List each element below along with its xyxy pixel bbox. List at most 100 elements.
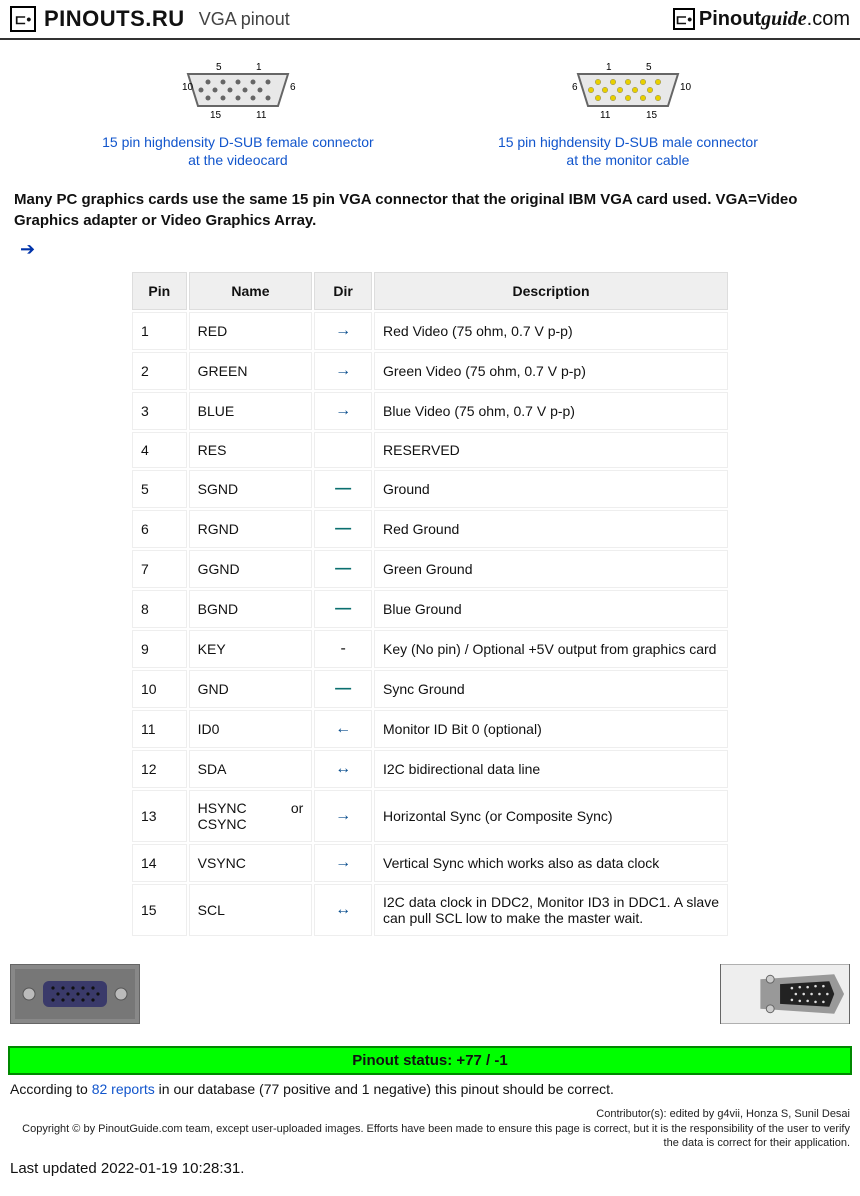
cell-name: RED bbox=[189, 312, 313, 350]
cell-name: BGND bbox=[189, 590, 313, 628]
cell-desc: Horizontal Sync (or Composite Sync) bbox=[374, 790, 728, 842]
pin-label-15: 15 bbox=[646, 110, 658, 121]
logo-left-text: PINOUTS.RU bbox=[44, 6, 185, 32]
cell-name: GGND bbox=[189, 550, 313, 588]
table-row: 10GND—Sync Ground bbox=[132, 670, 728, 708]
cell-name: SGND bbox=[189, 470, 313, 508]
cell-desc: Green Video (75 ohm, 0.7 V p-p) bbox=[374, 352, 728, 390]
table-row: 11ID0←Monitor ID Bit 0 (optional) bbox=[132, 710, 728, 748]
photo-row bbox=[0, 958, 860, 1046]
direction-icon: → bbox=[314, 392, 372, 430]
table-row: 8BGND—Blue Ground bbox=[132, 590, 728, 628]
last-updated: Last updated 2022-01-19 10:28:31. bbox=[0, 1154, 860, 1183]
cell-pin: 12 bbox=[132, 750, 187, 788]
direction-icon: → bbox=[314, 312, 372, 350]
vga-female-photo[interactable] bbox=[10, 964, 140, 1024]
direction-icon: — bbox=[314, 510, 372, 548]
table-row: 5SGND—Ground bbox=[132, 470, 728, 508]
logo-left[interactable]: ⊏• PINOUTS.RU VGA pinout bbox=[10, 6, 290, 32]
logo-right-text: Pinoutguide.com bbox=[699, 8, 850, 31]
pin-label-10: 10 bbox=[680, 82, 692, 93]
cell-pin: 11 bbox=[132, 710, 187, 748]
male-connector[interactable]: 1 5 6 10 11 15 15 pin highdensity D-SUB … bbox=[498, 60, 758, 169]
table-row: 13HSYNC or CSYNC→Horizontal Sync (or Com… bbox=[132, 790, 728, 842]
header: ⊏• PINOUTS.RU VGA pinout ⊏• Pinoutguide.… bbox=[0, 0, 860, 40]
table-row: 2GREEN→Green Video (75 ohm, 0.7 V p-p) bbox=[132, 352, 728, 390]
cell-pin: 6 bbox=[132, 510, 187, 548]
cell-pin: 4 bbox=[132, 432, 187, 468]
direction-icon: — bbox=[314, 470, 372, 508]
pin-label-1: 1 bbox=[606, 62, 612, 73]
table-row: 1RED→Red Video (75 ohm, 0.7 V p-p) bbox=[132, 312, 728, 350]
cell-name: SDA bbox=[189, 750, 313, 788]
direction-icon: — bbox=[314, 550, 372, 588]
table-row: 4RES RESERVED bbox=[132, 432, 728, 468]
cell-desc: Key (No pin) / Optional +5V output from … bbox=[374, 630, 728, 668]
cell-name: RES bbox=[189, 432, 313, 468]
female-caption[interactable]: 15 pin highdensity D-SUB female connecto… bbox=[102, 133, 374, 169]
connector-icon: ⊏• bbox=[673, 8, 695, 30]
cell-desc: Blue Ground bbox=[374, 590, 728, 628]
pin-label-6: 6 bbox=[572, 82, 578, 93]
female-connector-svg: 5 1 10 6 15 11 bbox=[102, 60, 374, 127]
cell-desc: Sync Ground bbox=[374, 670, 728, 708]
table-row: 6RGND—Red Ground bbox=[132, 510, 728, 548]
cell-name: GND bbox=[189, 670, 313, 708]
cell-desc: Green Ground bbox=[374, 550, 728, 588]
table-row: 3BLUE→Blue Video (75 ohm, 0.7 V p-p) bbox=[132, 392, 728, 430]
vga-male-photo[interactable] bbox=[720, 964, 850, 1024]
cell-pin: 15 bbox=[132, 884, 187, 936]
direction-icon: - bbox=[314, 630, 372, 668]
direction-icon: → bbox=[314, 844, 372, 882]
pin-label-11: 11 bbox=[256, 110, 267, 121]
pin-label-6: 6 bbox=[290, 82, 296, 93]
cell-desc: Red Video (75 ohm, 0.7 V p-p) bbox=[374, 312, 728, 350]
cell-pin: 2 bbox=[132, 352, 187, 390]
cell-pin: 10 bbox=[132, 670, 187, 708]
cell-pin: 5 bbox=[132, 470, 187, 508]
reports-link[interactable]: 82 reports bbox=[92, 1081, 155, 1097]
direction-icon: — bbox=[314, 590, 372, 628]
intro: Many PC graphics cards use the same 15 p… bbox=[0, 179, 860, 235]
cell-pin: 13 bbox=[132, 790, 187, 842]
cell-pin: 3 bbox=[132, 392, 187, 430]
cell-desc: I2C bidirectional data line bbox=[374, 750, 728, 788]
cell-pin: 7 bbox=[132, 550, 187, 588]
direction-icon: — bbox=[314, 670, 372, 708]
cell-desc: Monitor ID Bit 0 (optional) bbox=[374, 710, 728, 748]
cell-desc: RESERVED bbox=[374, 432, 728, 468]
pinout-table: Pin Name Dir Description 1RED→Red Video … bbox=[130, 270, 730, 938]
cell-pin: 1 bbox=[132, 312, 187, 350]
logo-right[interactable]: ⊏• Pinoutguide.com bbox=[673, 8, 850, 31]
pinout-status: Pinout status: +77 / -1 bbox=[8, 1046, 852, 1075]
cell-name: SCL bbox=[189, 884, 313, 936]
cell-name: GREEN bbox=[189, 352, 313, 390]
pin-label-1: 1 bbox=[256, 62, 262, 73]
cell-name: KEY bbox=[189, 630, 313, 668]
table-header-row: Pin Name Dir Description bbox=[132, 272, 728, 310]
direction-icon: ← bbox=[314, 710, 372, 748]
arrow-right-icon: ➔ bbox=[0, 235, 860, 270]
connector-diagrams: 5 1 10 6 15 11 15 pin highdensity D-SUB … bbox=[0, 40, 860, 179]
table-row: 14VSYNC→Vertical Sync which works also a… bbox=[132, 844, 728, 882]
contributors: Contributor(s): edited by g4vii, Honza S… bbox=[10, 1107, 850, 1121]
male-caption[interactable]: 15 pin highdensity D-SUB male connector … bbox=[498, 133, 758, 169]
table-row: 7GGND—Green Ground bbox=[132, 550, 728, 588]
copyright: Copyright © by PinoutGuide.com team, exc… bbox=[10, 1122, 850, 1151]
female-connector[interactable]: 5 1 10 6 15 11 15 pin highdensity D-SUB … bbox=[102, 60, 374, 169]
pin-label-5: 5 bbox=[216, 62, 222, 73]
cell-name: BLUE bbox=[189, 392, 313, 430]
cell-name: ID0 bbox=[189, 710, 313, 748]
page-title: VGA pinout bbox=[199, 9, 290, 30]
pin-label-5: 5 bbox=[646, 62, 652, 73]
cell-desc: Vertical Sync which works also as data c… bbox=[374, 844, 728, 882]
cell-name: VSYNC bbox=[189, 844, 313, 882]
cell-pin: 9 bbox=[132, 630, 187, 668]
direction-icon: ↔ bbox=[314, 884, 372, 936]
male-connector-svg: 1 5 6 10 11 15 bbox=[498, 60, 758, 127]
table-row: 9KEY-Key (No pin) / Optional +5V output … bbox=[132, 630, 728, 668]
col-name: Name bbox=[189, 272, 313, 310]
cell-desc: Blue Video (75 ohm, 0.7 V p-p) bbox=[374, 392, 728, 430]
col-dir: Dir bbox=[314, 272, 372, 310]
table-row: 15SCL↔I2C data clock in DDC2, Monitor ID… bbox=[132, 884, 728, 936]
